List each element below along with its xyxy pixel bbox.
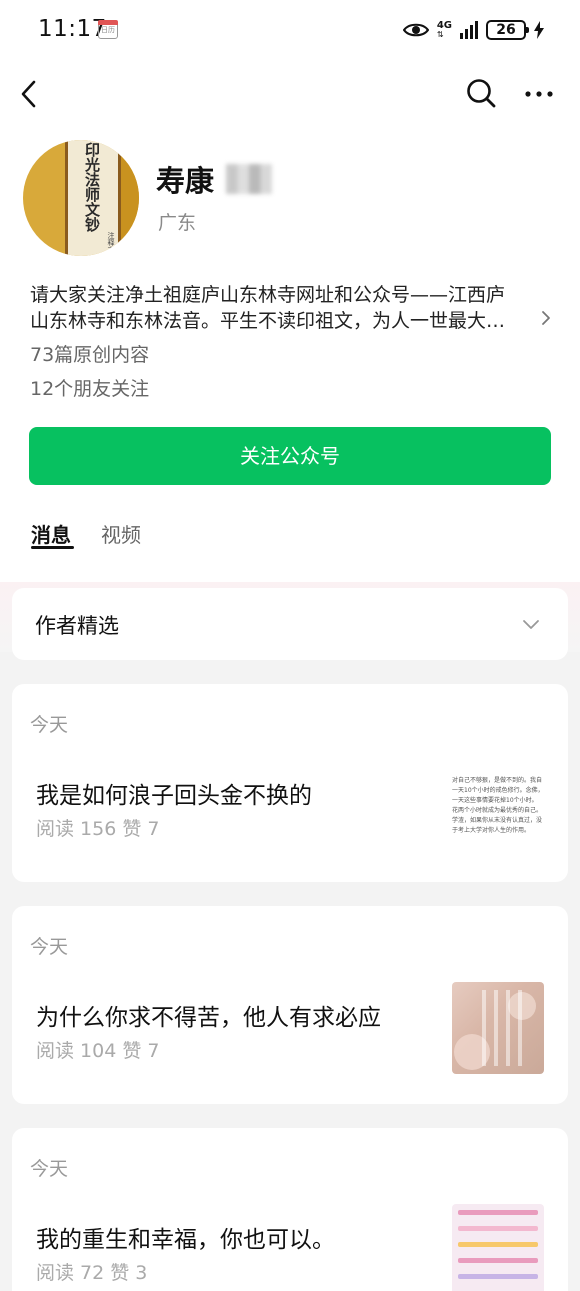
thumbnail-text-line: 花两个小时就成为最优秀的自己。 [452, 807, 543, 814]
description-line-1: 请大家关注净土祖庭庐山东林寺网址和公众号——江西庐 [30, 284, 506, 306]
original-content-count[interactable]: 73篇原创内容 [30, 340, 149, 367]
thumbnail-text-line: 于考上大学对你人生的作用。 [452, 827, 531, 834]
article-title[interactable]: 为什么你求不得苦，他人有求必应 [36, 998, 381, 1032]
article-stats: 阅读 156 赞 7 [36, 818, 160, 840]
avatar-title: 印光法师文钞 [83, 142, 101, 232]
account-name: 寿康 [156, 164, 215, 198]
calendar-icon: 日历 [98, 20, 118, 39]
status-time: 11:17 [38, 16, 107, 42]
search-icon[interactable] [464, 76, 498, 110]
article-date: 今天 [30, 714, 69, 736]
article-thumbnail[interactable] [452, 982, 544, 1074]
description-line-2: 山东林寺和东林法音。平生不读印祖文，为人一世最大… [30, 310, 506, 332]
account-region: 广东 [158, 212, 197, 234]
featured-title: 作者精选 [35, 614, 119, 638]
article-title[interactable]: 我是如何浪子回头金不换的 [36, 776, 312, 810]
chevron-right-icon[interactable] [540, 308, 552, 328]
charging-icon [534, 21, 544, 39]
battery-indicator: 26 [486, 20, 529, 40]
back-icon[interactable] [16, 76, 44, 112]
article-stats: 阅读 72 赞 3 [36, 1262, 148, 1284]
data-arrows-icon: ⇅ [436, 30, 444, 39]
thumbnail-text-line: 学渣，如果你从末没有认真过，没 [452, 817, 543, 824]
article-date: 今天 [30, 936, 69, 958]
more-icon[interactable] [522, 80, 556, 108]
follow-button[interactable]: 关注公众号 [29, 427, 551, 485]
thumbnail-text-line: 对自己不够狠，是做不到的。我自 [452, 777, 543, 784]
article-date: 今天 [30, 1158, 69, 1180]
tab-videos[interactable]: 视频 [101, 519, 141, 548]
name-redaction [226, 164, 272, 194]
active-tab-indicator [31, 546, 74, 549]
avatar-subtitle: 注释本 [107, 232, 115, 253]
account-description[interactable]: 请大家关注净土祖庭庐山东林寺网址和公众号——江西庐 山东林寺和东林法音。平生不读… [30, 282, 540, 334]
chevron-down-icon[interactable] [520, 617, 542, 631]
friends-following-count[interactable]: 12个朋友关注 [30, 374, 149, 401]
avatar[interactable]: 印光法师文钞 注释本 [23, 140, 139, 256]
article-title[interactable]: 我的重生和幸福，你也可以。 [36, 1220, 335, 1254]
article-thumbnail[interactable]: 对自己不够狠，是做不到的。我自 一天10个小时的戒色修行。念佛， 一天这些事情要… [452, 770, 544, 862]
article-thumbnail[interactable] [452, 1204, 544, 1291]
thumbnail-text-line: 一天10个小时的戒色修行。念佛， [452, 787, 544, 794]
tab-messages[interactable]: 消息 [31, 519, 71, 548]
flower-image [454, 990, 536, 1070]
thumbnail-text-line: 一天这些事情要花掉10个小时。 [452, 797, 538, 804]
status-indicators: 4G ⇅ 26 [402, 16, 544, 44]
article-stats: 阅读 104 赞 7 [36, 1040, 160, 1062]
signal-icon [460, 21, 478, 39]
eye-comfort-icon [402, 23, 429, 37]
